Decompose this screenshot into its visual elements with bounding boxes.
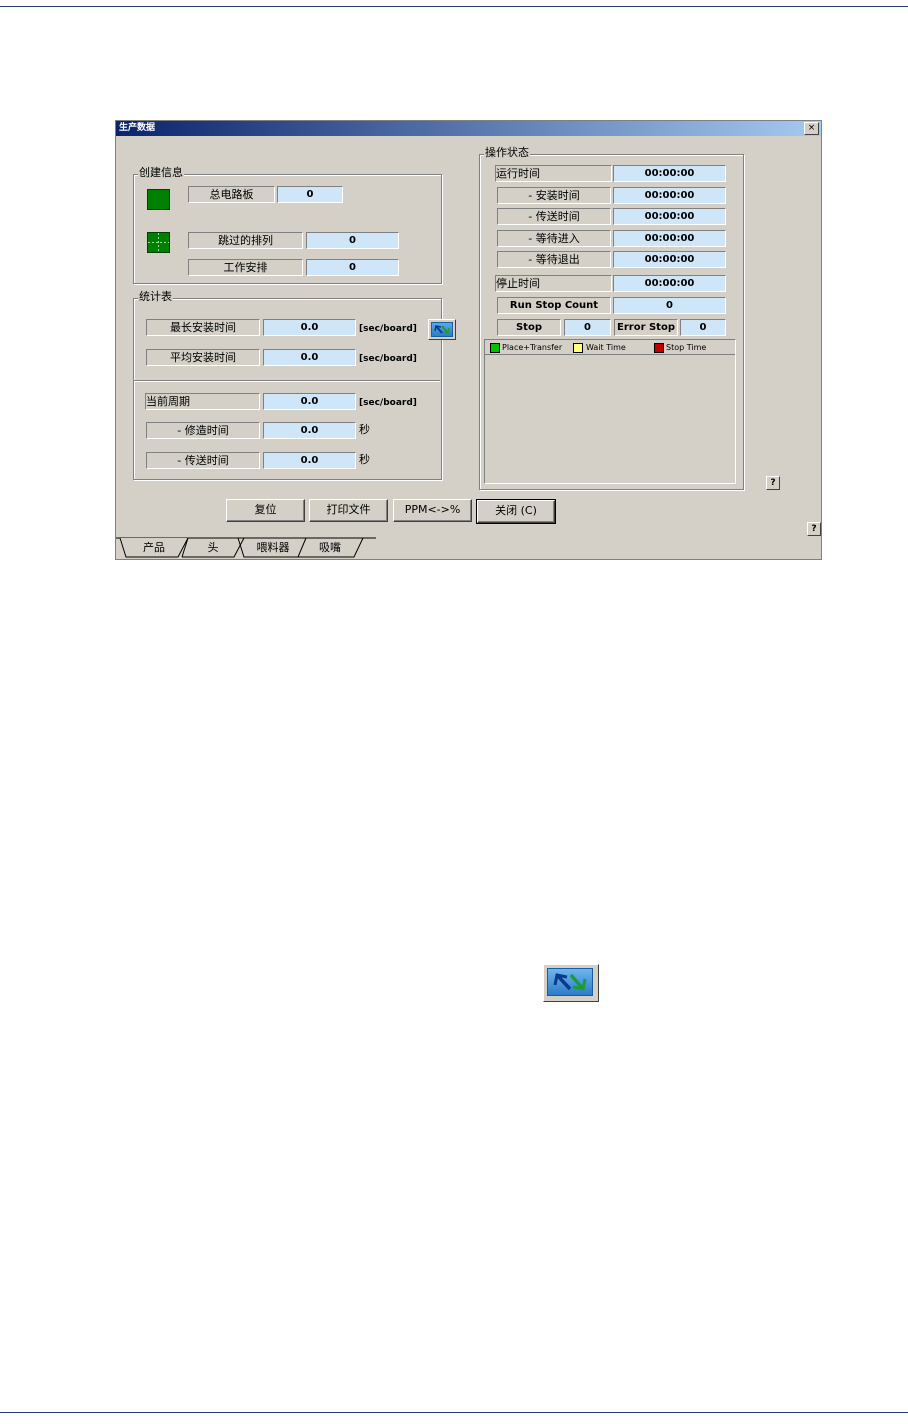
refresh-icon-large xyxy=(543,964,599,1002)
legend-place-transfer: Place+Transfer xyxy=(502,343,563,352)
help-icon-status[interactable]: ? xyxy=(766,476,780,490)
build-time-unit: 秒 xyxy=(359,423,370,436)
transfer-time2-value: 00:00:00 xyxy=(613,208,726,225)
run-stop-count-value: 0 xyxy=(613,297,726,314)
wait-in-label: - 等待进入 xyxy=(497,230,611,247)
transfer-time-label: - 传送时间 xyxy=(146,452,260,469)
refresh-icon[interactable] xyxy=(428,319,456,340)
max-place-time-label: 最长安装时间 xyxy=(146,319,260,336)
wait-out-value: 00:00:00 xyxy=(613,251,726,268)
bottom-rule xyxy=(0,1412,908,1413)
legend-divider xyxy=(485,354,735,355)
max-place-time-unit: [sec/board] xyxy=(359,324,417,334)
avg-place-time-value: 0.0 xyxy=(263,349,356,366)
tab-product[interactable]: 产品 xyxy=(130,539,178,556)
legend-swatch-wait-time xyxy=(573,343,583,353)
current-cycle-unit: [sec/board] xyxy=(359,398,417,408)
close-button[interactable]: 关闭 (C) xyxy=(476,499,556,524)
skipped-array-icon xyxy=(147,232,170,253)
tab-head[interactable]: 头 xyxy=(188,539,238,556)
current-cycle-value: 0.0 xyxy=(263,393,356,410)
title-bar[interactable]: 生产数据 × xyxy=(116,121,821,136)
total-boards-value: 0 xyxy=(277,186,343,203)
error-stop-label: Error Stop xyxy=(614,319,678,336)
place-time-value: 00:00:00 xyxy=(613,187,726,204)
stop-label: Stop xyxy=(497,319,561,336)
run-stop-count-label: Run Stop Count xyxy=(497,297,611,314)
statistics-divider xyxy=(134,380,440,382)
tab-strip: 产品 头 喂料器 吸嘴 xyxy=(116,537,821,559)
run-time-value: 00:00:00 xyxy=(613,165,726,182)
legend-stop-time: Stop Time xyxy=(666,343,707,352)
avg-place-time-label: 平均安装时间 xyxy=(146,349,260,366)
work-schedule-value: 0 xyxy=(306,259,399,276)
skipped-array-label: 跳过的排列 xyxy=(188,232,303,249)
window-title: 生产数据 xyxy=(119,123,156,133)
tab-feeder[interactable]: 喂料器 xyxy=(246,539,300,556)
current-cycle-label: 当前周期 xyxy=(145,393,260,410)
max-place-time-value: 0.0 xyxy=(263,319,356,336)
close-icon[interactable]: × xyxy=(804,122,819,135)
legend-wait-time: Wait Time xyxy=(586,343,626,352)
stop-time-label: 停止时间 xyxy=(495,275,612,292)
top-rule xyxy=(0,6,908,7)
reset-button[interactable]: 复位 xyxy=(226,499,305,522)
build-time-value: 0.0 xyxy=(263,422,356,439)
stop-value: 0 xyxy=(564,319,611,336)
total-boards-label: 总电路板 xyxy=(188,186,275,203)
error-stop-value: 0 xyxy=(680,319,726,336)
avg-place-time-unit: [sec/board] xyxy=(359,354,417,364)
wait-in-value: 00:00:00 xyxy=(613,230,726,247)
operation-status-title: 操作状态 xyxy=(484,146,530,159)
create-info-title: 创建信息 xyxy=(138,166,184,179)
run-time-label: 运行时间 xyxy=(495,165,612,182)
transfer-time-value: 0.0 xyxy=(263,452,356,469)
ppm-toggle-button[interactable]: PPM<->% xyxy=(393,499,472,522)
transfer-time-unit: 秒 xyxy=(359,453,370,466)
place-time-label: - 安装时间 xyxy=(497,187,611,204)
legend-swatch-place-transfer xyxy=(490,343,500,353)
statistics-title: 统计表 xyxy=(138,290,173,303)
help-icon-dialog[interactable]: ? xyxy=(807,522,821,536)
build-time-label: - 修造时间 xyxy=(146,422,260,439)
print-button[interactable]: 打印文件 xyxy=(309,499,388,522)
status-graph-area: Place+Transfer Wait Time Stop Time xyxy=(484,339,736,484)
stop-time-value: 00:00:00 xyxy=(613,275,726,292)
production-data-dialog: 生产数据 × 创建信息 总电路板 0 跳过的排列 0 工作安排 0 统计表 最长… xyxy=(115,120,822,560)
skipped-array-value: 0 xyxy=(306,232,399,249)
tab-nozzle[interactable]: 吸嘴 xyxy=(303,539,357,556)
work-schedule-label: 工作安排 xyxy=(188,259,303,276)
legend-swatch-stop-time xyxy=(654,343,664,353)
wait-out-label: - 等待退出 xyxy=(497,251,611,268)
transfer-time2-label: - 传送时间 xyxy=(497,208,611,225)
board-icon xyxy=(147,189,170,210)
